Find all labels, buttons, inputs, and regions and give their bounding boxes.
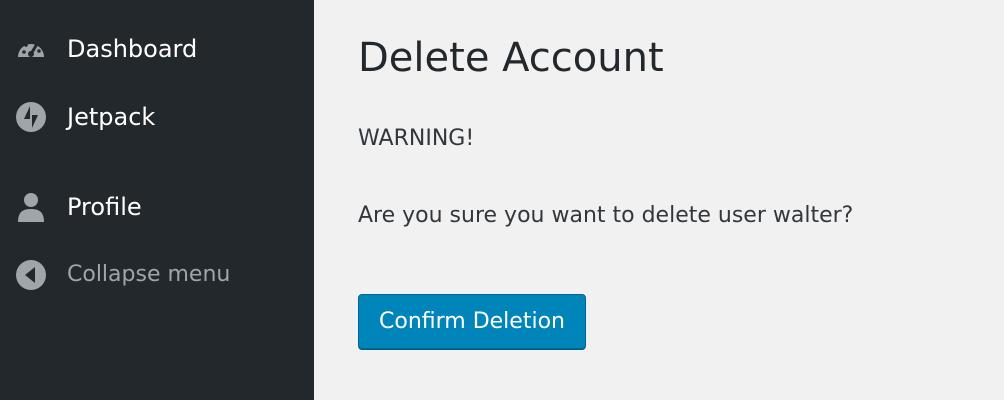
warning-text: WARNING! (358, 126, 475, 151)
page-title: Delete Account (358, 35, 664, 81)
sidebar-item-label: Profile (67, 193, 142, 221)
sidebar-item-label: Jetpack (67, 103, 156, 131)
dashboard-gauge-icon (14, 32, 48, 66)
confirm-deletion-button[interactable]: Confirm Deletion (358, 294, 586, 350)
sidebar-item-profile[interactable]: Profile (0, 188, 314, 226)
confirmation-question: Are you sure you want to delete user wal… (358, 203, 854, 228)
sidebar-item-label: Collapse menu (67, 262, 231, 287)
app-window: Dashboard Jetpack Profile Collapse menu … (0, 0, 1004, 400)
sidebar-item-dashboard[interactable]: Dashboard (0, 30, 314, 68)
sidebar-item-label: Dashboard (67, 35, 198, 63)
sidebar-item-collapse-menu[interactable]: Collapse menu (0, 256, 314, 294)
admin-sidebar: Dashboard Jetpack Profile Collapse menu (0, 0, 314, 400)
sidebar-item-jetpack[interactable]: Jetpack (0, 98, 314, 136)
collapse-arrow-icon (14, 258, 48, 292)
main-content: Delete Account WARNING! Are you sure you… (314, 0, 1004, 400)
jetpack-icon (14, 100, 48, 134)
user-icon (14, 190, 48, 224)
